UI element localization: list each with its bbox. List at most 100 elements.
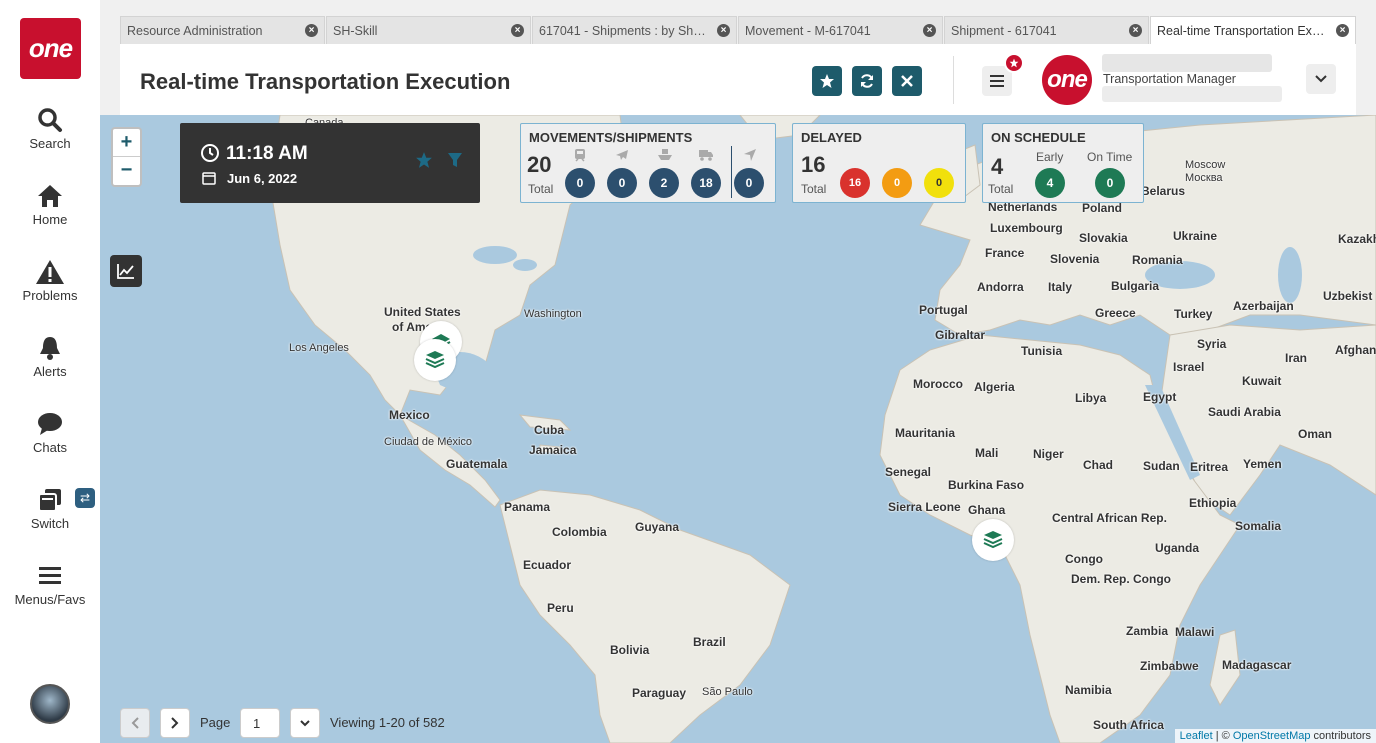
map-label: Syria [1197,337,1227,351]
nav-chats[interactable]: Chats [0,411,100,455]
current-time: 11:18 AM [226,143,308,164]
user-avatar[interactable]: one [1042,55,1092,105]
page-header: Real-time Transportation Execution one T… [120,44,1356,115]
map-label: Israel [1173,360,1205,374]
map-label: Ethiopia [1189,496,1237,510]
map-label: Ecuador [523,558,572,572]
map-label: Azerbaijan [1233,299,1294,313]
air-icon [615,148,629,165]
map-label: Brazil [693,635,726,649]
in-transit-count[interactable]: 0 [734,168,764,198]
left-nav: one Search Home Problems Alerts Chats Sw… [0,0,100,743]
one-logo[interactable]: one [20,18,81,79]
map-label: Ukraine [1173,229,1218,243]
map-label: Malawi [1175,625,1215,639]
tab-sh-skill[interactable]: SH-Skill × [326,16,531,44]
chevron-right-icon [171,717,179,729]
nav-alerts[interactable]: Alerts [0,335,100,379]
tab-label: Movement - M-617041 [745,24,871,38]
map-label: Uganda [1155,541,1200,555]
nav-menus[interactable]: Menus/Favs [0,563,100,607]
trend-chart-button[interactable] [110,255,142,287]
map-label: Guatemala [446,457,508,471]
map-label: South Africa [1093,718,1164,732]
close-icon[interactable]: × [923,24,936,37]
tab-realtime-transportation[interactable]: Real-time Transportation Exe... × [1150,16,1356,44]
switch-icon [38,489,61,512]
map-label: Sierra Leone [888,500,961,514]
ocean-icon [657,148,673,165]
zoom-in-button[interactable]: + [113,129,140,157]
line-chart-icon [117,264,134,279]
page-number-input[interactable]: 1 [240,708,280,738]
nav-label: Problems [22,288,78,303]
map-label: Ghana [968,503,1006,517]
chevron-down-icon [300,719,310,726]
switch-swap-icon[interactable]: ⇄ [75,488,95,508]
close-icon[interactable]: × [511,24,524,37]
map-label: Kazakh [1338,232,1376,246]
tab-shipments[interactable]: 617041 - Shipments : by Ship... × [532,16,737,44]
rail-count[interactable]: 0 [565,168,595,198]
user-profile-avatar[interactable] [30,684,70,724]
home-icon [38,185,62,207]
zoom-out-button[interactable]: − [113,157,140,185]
map-view[interactable]: Canada United States of America Los Ange… [100,115,1376,743]
close-icon[interactable]: × [717,24,730,37]
close-icon [901,75,913,87]
map-label: Egypt [1143,390,1177,404]
close-page-button[interactable] [892,66,922,96]
nav-label: Switch [30,516,70,531]
redacted-username [1102,54,1272,72]
favorites-badge[interactable] [1004,53,1024,73]
on-time-count[interactable]: 0 [1095,168,1125,198]
prev-page-button[interactable] [120,708,150,738]
close-icon[interactable]: × [1336,24,1349,37]
star-icon[interactable] [415,151,433,169]
ocean-count[interactable]: 2 [649,168,679,198]
clock-panel: 11:18 AM Jun 6, 2022 [180,123,480,203]
tab-label: Resource Administration [127,24,263,38]
early-label: Early [1036,150,1064,164]
chat-icon [38,413,62,435]
delayed-warning-count[interactable]: 0 [882,168,912,198]
delayed-minor-count[interactable]: 0 [924,168,954,198]
osm-link[interactable]: OpenStreetMap [1233,730,1311,742]
nav-home[interactable]: Home [0,183,100,227]
nav-search[interactable]: Search [0,107,100,151]
movements-total[interactable]: 20 [527,152,551,178]
map-label: Portugal [919,303,968,317]
map-label: Congo [1065,552,1103,566]
refresh-button[interactable] [852,66,882,96]
map-cluster-marker[interactable] [972,519,1014,561]
map-label: Chad [1083,458,1113,472]
page-dropdown-button[interactable] [290,708,320,738]
close-icon[interactable]: × [1129,24,1142,37]
nav-label: Home [32,212,68,227]
delayed-total[interactable]: 16 [801,152,825,178]
map-label: Niger [1033,447,1064,461]
next-page-button[interactable] [160,708,190,738]
tab-bar: Resource Administration × SH-Skill × 617… [120,16,1356,44]
map-label: Colombia [552,525,607,539]
delayed-critical-count[interactable]: 16 [840,168,870,198]
nav-problems[interactable]: Problems [0,259,100,303]
favorite-button[interactable] [812,66,842,96]
user-dropdown-button[interactable] [1306,64,1336,94]
on-schedule-total[interactable]: 4 [991,154,1003,180]
tab-resource-administration[interactable]: Resource Administration × [120,16,325,44]
panel-title: MOVEMENTS/SHIPMENTS [529,130,693,145]
nav-label: Menus/Favs [14,592,86,607]
tab-shipment[interactable]: Shipment - 617041 × [944,16,1149,44]
tab-movement[interactable]: Movement - M-617041 × [738,16,943,44]
on-time-label: On Time [1087,150,1133,164]
early-count[interactable]: 4 [1035,168,1065,198]
close-icon[interactable]: × [305,24,318,37]
map-label: Москва [1185,172,1223,184]
leaflet-link[interactable]: Leaflet [1180,730,1213,742]
air-count[interactable]: 0 [607,168,637,198]
truck-count[interactable]: 18 [691,168,721,198]
filter-icon[interactable] [447,152,463,168]
map-cluster-marker[interactable] [414,339,456,381]
map-label: Zimbabwe [1140,659,1199,673]
